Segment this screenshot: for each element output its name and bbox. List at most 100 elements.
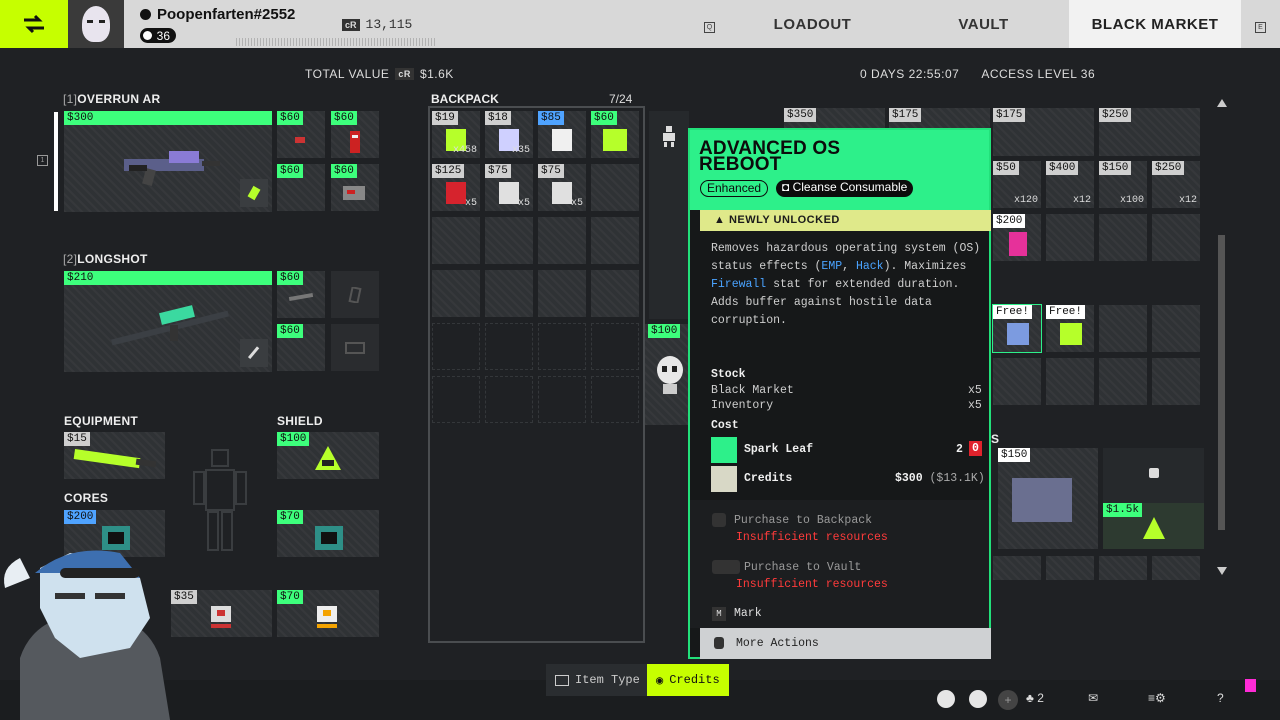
backpack-empty-cell[interactable]: [591, 164, 639, 211]
weapon1-mod-1-price: $60: [277, 111, 303, 125]
weapon1-mod-3[interactable]: $60: [277, 164, 325, 211]
backpack-item[interactable]: $125 x5: [432, 164, 480, 211]
backpack-empty-cell[interactable]: [432, 270, 480, 317]
purchase-to-vault-action[interactable]: Purchase to Vault Insufficient resources: [700, 560, 991, 591]
scroll-down-icon[interactable]: [1217, 567, 1227, 575]
backpack-empty-cell[interactable]: [432, 217, 480, 264]
purchase-to-backpack-action[interactable]: Purchase to Backpack Insufficient resour…: [700, 513, 991, 544]
more-actions-button[interactable]: More Actions: [700, 628, 991, 659]
desc-hack-link[interactable]: Hack: [856, 260, 884, 273]
market-empty-cell[interactable]: [1099, 305, 1147, 352]
market-item[interactable]: $200: [993, 214, 1041, 261]
market-empty-cell[interactable]: [1099, 358, 1147, 405]
newly-unlocked-label: NEWLY UNLOCKED: [728, 214, 840, 226]
backpack-item[interactable]: $75 x5: [538, 164, 586, 211]
market-empty-cell[interactable]: [1152, 305, 1200, 352]
shield-label: SHIELD: [277, 414, 323, 428]
backpack-empty-cell[interactable]: [432, 323, 480, 370]
market-empty-cell[interactable]: [1046, 214, 1094, 261]
backpack-empty-cell[interactable]: [485, 270, 533, 317]
market-empty-cell[interactable]: [993, 556, 1041, 580]
backpack-item[interactable]: $85: [538, 111, 586, 158]
market-empty-cell[interactable]: [1152, 214, 1200, 261]
market-empty-cell[interactable]: [993, 358, 1041, 405]
weapon1-mod-2[interactable]: $60: [331, 111, 379, 158]
backpack-item-qty: x5: [464, 198, 477, 209]
desc-emp-link[interactable]: EMP: [821, 260, 842, 273]
item-icon: [1009, 232, 1027, 256]
backpack-empty-cell[interactable]: [538, 217, 586, 264]
backpack-item[interactable]: $18 x35: [485, 111, 533, 158]
chat-icon[interactable]: [969, 690, 987, 708]
implant-slot-2[interactable]: $70: [277, 590, 379, 637]
weapon2-mod-empty-1[interactable]: [331, 271, 379, 318]
shield-offer[interactable]: $1.5k: [1103, 503, 1204, 549]
market-empty-cell[interactable]: [1099, 556, 1147, 580]
backpack-empty-cell[interactable]: [485, 376, 533, 423]
backpack-empty-cell[interactable]: [591, 376, 639, 423]
backpack-empty-cell[interactable]: [432, 376, 480, 423]
weapon1-mod-4[interactable]: $60: [331, 164, 379, 211]
core-1-price: $200: [64, 510, 97, 524]
settings-icon[interactable]: ≡⚙: [1148, 691, 1166, 705]
cost-item-name: Spark Leaf: [744, 443, 814, 456]
backpack-item[interactable]: $19 x458: [432, 111, 480, 158]
weapon2-slot[interactable]: $210: [64, 271, 272, 372]
tab-vault[interactable]: VAULT: [898, 0, 1069, 48]
market-empty-cell[interactable]: [1152, 556, 1200, 580]
shield-slot[interactable]: $100: [277, 432, 379, 479]
market-item[interactable]: $150 x100: [1099, 161, 1147, 208]
market-empty-cell[interactable]: [1046, 358, 1094, 405]
free-market-item[interactable]: Free!: [992, 304, 1042, 353]
backpack-empty-cell[interactable]: [538, 323, 586, 370]
backpack-item[interactable]: $60: [591, 111, 639, 158]
target-icon[interactable]: +: [998, 690, 1018, 710]
side-item-slot[interactable]: $100: [645, 324, 689, 425]
market-item[interactable]: $400 x12: [1046, 161, 1094, 208]
player-avatar[interactable]: [68, 0, 124, 48]
backpack-empty-cell[interactable]: [591, 323, 639, 370]
market-weapon-item[interactable]: $150: [998, 448, 1098, 549]
backpack-empty-cell[interactable]: [538, 376, 586, 423]
scroll-up-icon[interactable]: [1217, 99, 1227, 107]
backpack-item[interactable]: $75 x5: [485, 164, 533, 211]
scroll-thumb[interactable]: [1218, 235, 1225, 530]
equipment-slot[interactable]: $15: [64, 432, 165, 479]
free-market-item[interactable]: Free!: [1046, 305, 1094, 352]
weapon2-mod-empty-2[interactable]: [331, 324, 379, 371]
market-empty-cell[interactable]: [1152, 358, 1200, 405]
market-empty-cell[interactable]: [1046, 556, 1094, 580]
stock-market-label: Black Market: [711, 384, 794, 397]
market-item[interactable]: $50 x120: [993, 161, 1041, 208]
menu-toggle-button[interactable]: [0, 0, 68, 48]
filter-item-type[interactable]: Item Type: [546, 664, 649, 696]
tab-black-market[interactable]: BLACK MARKET: [1069, 0, 1241, 48]
emote-icon[interactable]: [937, 690, 955, 708]
backpack-empty-cell[interactable]: [485, 217, 533, 264]
market-item[interactable]: $250 x12: [1152, 161, 1200, 208]
market-item[interactable]: $250: [1099, 108, 1200, 156]
backpack-empty-cell[interactable]: [591, 270, 639, 317]
market-item-price: $400: [1046, 161, 1079, 175]
weapon1-slot[interactable]: $300: [64, 111, 272, 212]
mail-icon[interactable]: ✉: [1088, 691, 1098, 705]
implant-2-price: $70: [277, 590, 303, 604]
market-shield-item[interactable]: $1.5k: [1103, 448, 1204, 549]
voice-waveform: [236, 38, 436, 46]
squad-indicator[interactable]: ♣ 2: [1026, 691, 1044, 705]
backpack-empty-cell[interactable]: [591, 217, 639, 264]
help-icon[interactable]: ?: [1217, 691, 1224, 705]
desc-firewall-link[interactable]: Firewall: [711, 278, 766, 291]
weapon2-mod-2[interactable]: $60: [277, 324, 325, 371]
core-slot-2[interactable]: $70: [277, 510, 379, 557]
backpack-empty-cell[interactable]: [485, 323, 533, 370]
weapon2-mod-1[interactable]: $60: [277, 271, 325, 318]
mark-action[interactable]: M Mark: [700, 607, 991, 621]
weapon1-mod-1[interactable]: $60: [277, 111, 325, 158]
market-empty-cell[interactable]: [1099, 214, 1147, 261]
market-item[interactable]: $175: [993, 108, 1094, 156]
filter-credits[interactable]: ◉ Credits: [647, 664, 729, 696]
backpack-empty-cell[interactable]: [538, 270, 586, 317]
lock-icon: [1149, 468, 1159, 478]
tab-loadout[interactable]: LOADOUT: [727, 0, 898, 48]
